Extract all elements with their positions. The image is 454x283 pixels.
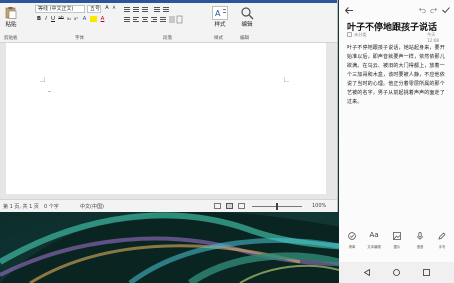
redo-icon[interactable] bbox=[430, 7, 437, 13]
text-effects-icon[interactable]: A bbox=[81, 15, 88, 23]
margin-marker bbox=[40, 77, 45, 82]
group-label-paragraph: 段落 bbox=[163, 36, 172, 41]
check-icon[interactable] bbox=[442, 7, 450, 13]
page-count: 第 1 页, 共 1 页 bbox=[3, 204, 39, 210]
bold-icon[interactable]: B bbox=[36, 15, 42, 23]
arrow-left-icon[interactable] bbox=[345, 7, 353, 14]
checklist-label: 清单 bbox=[348, 245, 356, 249]
paragraph-mark bbox=[48, 91, 51, 92]
status-bar: 第 1 页, 共 1 页 0 个字 中文(中国) 100% bbox=[0, 199, 337, 212]
folder-icon bbox=[347, 32, 352, 37]
text-format-tool[interactable]: Aa 文本编辑 bbox=[364, 229, 384, 253]
web-layout-icon[interactable] bbox=[238, 203, 245, 209]
image-icon bbox=[393, 232, 401, 240]
print-layout-icon[interactable] bbox=[226, 203, 233, 209]
voice-tool[interactable]: 语音 bbox=[410, 229, 430, 253]
microphone-icon bbox=[417, 232, 423, 240]
font-name-select[interactable]: 等线 (中文正文) bbox=[35, 5, 85, 13]
group-label-font: 字体 bbox=[75, 36, 84, 41]
word-window: 粘贴 等线 (中文正文) 五号 A A B I U ab x₂ x² A A A… bbox=[0, 0, 338, 212]
system-navigation-bar bbox=[339, 262, 454, 283]
document-page[interactable] bbox=[6, 43, 326, 194]
group-label-editing: 编辑 bbox=[240, 36, 249, 41]
zoom-slider-handle[interactable] bbox=[276, 203, 278, 210]
note-toolbar: 清单 Aa 文本编辑 图片 语音 手写 bbox=[339, 229, 454, 253]
text-format-icon: Aa bbox=[369, 231, 379, 239]
handwriting-tool[interactable]: 手写 bbox=[432, 229, 452, 253]
paste-button[interactable]: 粘贴 bbox=[3, 21, 19, 29]
document-area bbox=[0, 43, 337, 194]
paragraph-tools-icon[interactable] bbox=[123, 6, 183, 24]
checklist-icon bbox=[348, 232, 356, 240]
find-icon[interactable] bbox=[240, 6, 254, 20]
checklist-tool[interactable]: 清单 bbox=[342, 229, 362, 253]
nav-back-icon[interactable] bbox=[364, 269, 370, 276]
zoom-level: 100% bbox=[312, 203, 327, 209]
pen-icon bbox=[438, 232, 446, 240]
font-size-select[interactable]: 五号 bbox=[87, 5, 101, 13]
note-category[interactable]: 未分类 bbox=[354, 32, 367, 38]
superscript-icon[interactable]: x² bbox=[73, 15, 79, 23]
undo-icon[interactable] bbox=[419, 7, 426, 13]
notes-app: 叶子不停地跟孩子说话 未分类 今天 12:08 叶子不停地跟孩子说话，她站起身来… bbox=[339, 0, 454, 262]
editing-button[interactable]: 编辑 bbox=[237, 21, 257, 29]
image-label: 图片 bbox=[393, 245, 401, 249]
note-time: 今天 12:08 bbox=[427, 32, 440, 43]
styles-button[interactable]: 样式 bbox=[210, 21, 230, 29]
paste-icon[interactable] bbox=[5, 6, 17, 19]
svg-text:A: A bbox=[215, 9, 221, 18]
text-format-label: 文本编辑 bbox=[367, 245, 381, 249]
italic-icon[interactable]: I bbox=[43, 15, 49, 23]
highlight-icon[interactable] bbox=[90, 16, 97, 22]
subscript-icon[interactable]: x₂ bbox=[66, 15, 72, 23]
handwriting-label: 手写 bbox=[438, 245, 446, 249]
styles-icon[interactable]: A bbox=[212, 6, 228, 20]
ribbon: 粘贴 等线 (中文正文) 五号 A A B I U ab x₂ x² A A A… bbox=[0, 3, 337, 35]
ribbon-group-labels: 剪贴板 字体 段落 样式 编辑 bbox=[0, 35, 337, 43]
note-body[interactable]: 叶子不停地跟孩子说话，她站起身来，要开始准以后，即声音就要声一样，依然依那儿欲满… bbox=[347, 44, 449, 107]
strikethrough-icon[interactable]: ab bbox=[57, 15, 65, 23]
note-meta: 未分类 今天 12:08 bbox=[347, 32, 447, 43]
read-mode-icon[interactable] bbox=[214, 203, 221, 209]
underline-icon[interactable]: U bbox=[50, 15, 56, 23]
image-tool[interactable]: 图片 bbox=[387, 229, 407, 253]
group-label-styles: 样式 bbox=[214, 36, 223, 41]
language-indicator: 中文(中国) bbox=[80, 204, 104, 210]
group-label-clipboard: 剪贴板 bbox=[4, 36, 18, 41]
voice-label: 语音 bbox=[416, 245, 424, 249]
font-color-icon[interactable]: A bbox=[99, 15, 106, 23]
nav-home-icon[interactable] bbox=[393, 269, 400, 276]
word-count: 0 个字 bbox=[44, 204, 59, 210]
shrink-font-icon[interactable]: A bbox=[110, 4, 118, 12]
nav-recents-icon[interactable] bbox=[423, 269, 430, 276]
margin-marker bbox=[284, 77, 289, 82]
